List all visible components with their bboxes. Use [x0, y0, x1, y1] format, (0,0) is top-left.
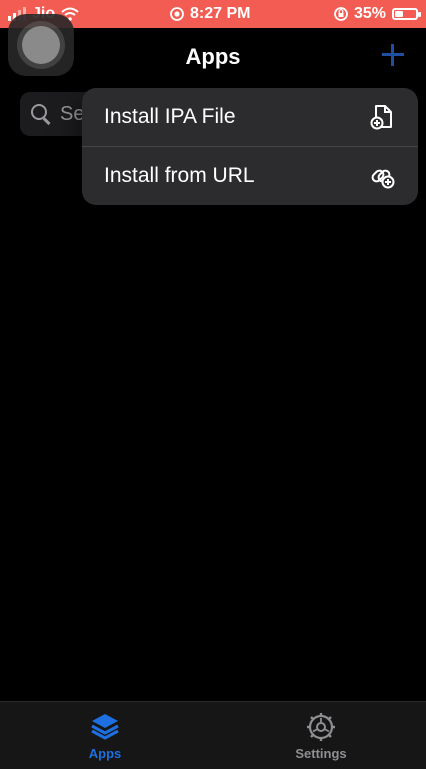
battery-percent: 35% [353, 5, 386, 22]
battery-icon [392, 8, 421, 20]
screen-record-icon [170, 7, 184, 21]
search-placeholder: Se [60, 102, 85, 125]
gear-icon [307, 713, 335, 741]
add-icon[interactable] [378, 40, 408, 70]
tab-bar: Apps Settings [0, 701, 426, 769]
file-plus-icon [370, 105, 392, 130]
menu-item-install-ipa[interactable]: Install IPA File [82, 88, 418, 146]
battery-fill [395, 11, 403, 17]
tab-label: Apps [88, 746, 122, 761]
menu-item-install-url[interactable]: Install from URL [82, 147, 418, 205]
menu-item-label: Install IPA File [104, 105, 236, 128]
install-menu: Install IPA File Install from URL [82, 88, 418, 205]
status-time: 8:27 PM [190, 5, 251, 22]
stack-icon [91, 714, 119, 740]
menu-item-label: Install from URL [104, 164, 255, 187]
tab-apps[interactable]: Apps [55, 710, 155, 761]
status-center: 8:27 PM [170, 5, 250, 23]
orientation-lock-icon [334, 7, 348, 21]
status-right: 35% [334, 5, 421, 23]
link-plus-icon [371, 169, 395, 189]
tab-settings[interactable]: Settings [271, 710, 371, 761]
search-icon [30, 103, 52, 125]
tab-label: Settings [295, 746, 347, 761]
page-title: Apps [185, 44, 241, 69]
